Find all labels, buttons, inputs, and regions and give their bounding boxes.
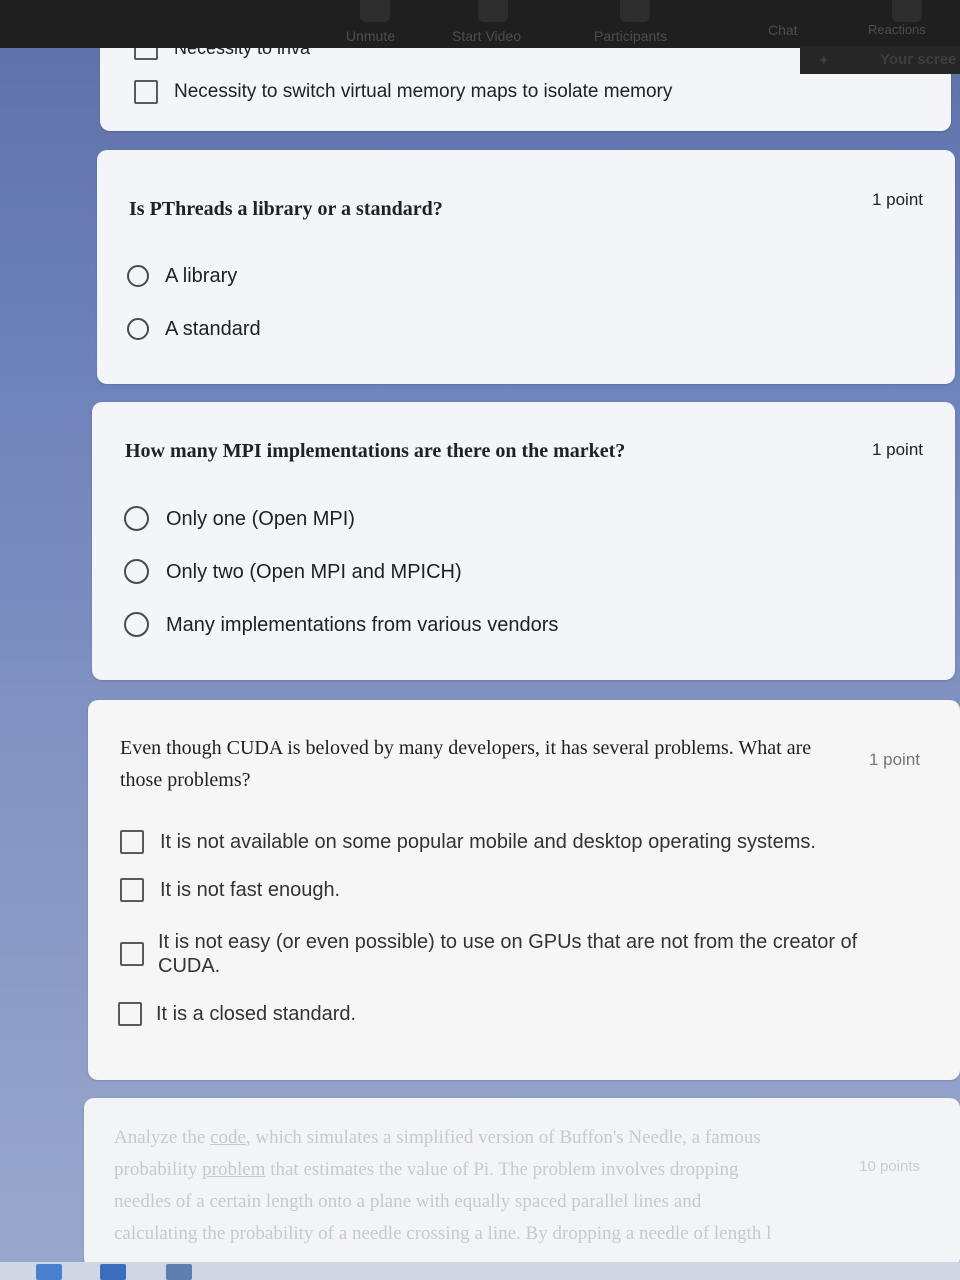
- reactions-icon[interactable]: [892, 0, 922, 22]
- unmute-button[interactable]: Unmute: [346, 28, 395, 44]
- question-card-buffon: Analyze the code, which simulates a simp…: [84, 1098, 960, 1268]
- share-screen-label: Your scree: [880, 51, 957, 68]
- radio-option[interactable]: A standard: [127, 317, 261, 341]
- option-label: Necessity to switch virtual memory maps …: [174, 81, 673, 102]
- checkbox[interactable]: [134, 80, 158, 104]
- points-label: 10 points: [859, 1158, 920, 1175]
- share-icon: ✦: [818, 52, 830, 68]
- checkbox[interactable]: [120, 830, 144, 854]
- option-label: Many implementations from various vendor…: [166, 613, 559, 636]
- participants-icon[interactable]: [620, 0, 650, 22]
- radio-button[interactable]: [127, 318, 149, 340]
- radio-option[interactable]: A library: [127, 264, 237, 288]
- question-card-cuda: Even though CUDA is beloved by many deve…: [88, 700, 960, 1080]
- question-title: How many MPI implementations are there o…: [125, 440, 626, 462]
- question-card-pthreads: Is PThreads a library or a standard? 1 p…: [97, 150, 955, 384]
- problem-link[interactable]: problem: [202, 1159, 265, 1180]
- question-text-line4: calculating the probability of a needle …: [114, 1223, 772, 1244]
- checkbox[interactable]: [120, 942, 144, 966]
- text-fragment: that estimates the value of Pi. The prob…: [265, 1159, 739, 1180]
- checkbox-option[interactable]: It is not available on some popular mobi…: [120, 830, 816, 854]
- radio-button[interactable]: [124, 559, 149, 584]
- chat-button[interactable]: Chat: [768, 22, 798, 38]
- option-label: A standard: [165, 318, 261, 340]
- taskbar: [0, 1262, 960, 1280]
- text-fragment: , which simulates a simplified version o…: [245, 1127, 761, 1148]
- checkbox-option[interactable]: It is not easy (or even possible) to use…: [120, 930, 857, 978]
- option-label: It is a closed standard.: [156, 1003, 357, 1025]
- question-title: Is PThreads a library or a standard?: [129, 198, 443, 220]
- question-title-line2: those problems?: [120, 769, 251, 791]
- zoom-toolbar: Unmute Start Video Participants Chat Rea…: [0, 0, 960, 48]
- question-text-line3: needles of a certain length onto a plane…: [114, 1191, 702, 1212]
- text-fragment: probability: [114, 1159, 203, 1180]
- option-label: It is not fast enough.: [160, 879, 341, 901]
- share-screen-bar[interactable]: ✦ Your scree: [800, 46, 960, 74]
- option-label: It is not easy (or even possible) to use…: [158, 930, 857, 978]
- radio-button[interactable]: [124, 612, 149, 637]
- question-text-line1: Analyze the code, which simulates a simp…: [114, 1122, 761, 1154]
- text-fragment: Analyze the: [114, 1127, 211, 1148]
- question-card-mpi: How many MPI implementations are there o…: [92, 402, 955, 680]
- taskbar-app-icon[interactable]: [36, 1264, 62, 1280]
- radio-option[interactable]: Many implementations from various vendor…: [124, 612, 558, 637]
- option-label-line1: It is not easy (or even possible) to use…: [158, 931, 858, 953]
- option-label: Only two (Open MPI and MPICH): [166, 560, 462, 583]
- option-label: It is not available on some popular mobi…: [160, 831, 816, 853]
- video-camera-icon[interactable]: [478, 0, 508, 22]
- points-label: 1 point: [871, 190, 923, 209]
- code-link[interactable]: code: [210, 1127, 246, 1148]
- question-text-line2: probability problem that estimates the v…: [114, 1154, 738, 1186]
- radio-option[interactable]: Only two (Open MPI and MPICH): [124, 559, 462, 584]
- checkbox[interactable]: [118, 1002, 142, 1026]
- taskbar-app-icon[interactable]: [100, 1264, 126, 1280]
- checkbox-option[interactable]: It is a closed standard.: [118, 1002, 356, 1026]
- checkbox-option[interactable]: Necessity to switch virtual memory maps …: [134, 80, 672, 104]
- checkbox[interactable]: [120, 878, 144, 902]
- option-label: A library: [165, 265, 238, 287]
- points-label: 1 point: [868, 750, 920, 769]
- start-video-button[interactable]: Start Video: [452, 28, 521, 44]
- microphone-icon[interactable]: [360, 0, 390, 22]
- radio-option[interactable]: Only one (Open MPI): [124, 506, 355, 531]
- participants-button[interactable]: Participants: [594, 28, 667, 44]
- radio-button[interactable]: [127, 265, 149, 287]
- radio-button[interactable]: [124, 506, 149, 531]
- points-label: 1 point: [871, 440, 923, 459]
- option-label: Only one (Open MPI): [166, 507, 355, 530]
- reactions-button[interactable]: Reactions: [868, 22, 926, 37]
- question-title-line1: Even though CUDA is beloved by many deve…: [120, 737, 812, 759]
- checkbox-option[interactable]: It is not fast enough.: [120, 878, 340, 902]
- taskbar-app-icon[interactable]: [166, 1264, 192, 1280]
- option-label-line2: CUDA.: [158, 955, 221, 977]
